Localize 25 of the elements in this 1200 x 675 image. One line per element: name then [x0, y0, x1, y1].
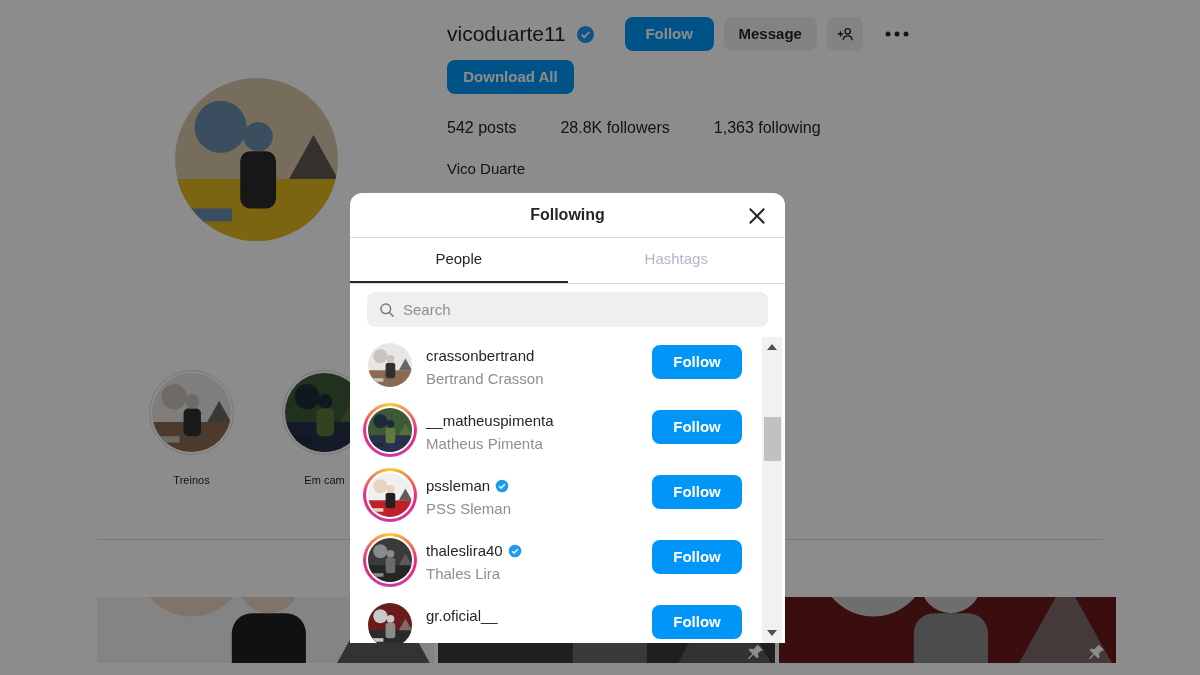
- follow-button[interactable]: Follow: [652, 345, 742, 379]
- account-name: Bertrand Crasson: [426, 368, 545, 389]
- highlight-label[interactable]: Em cam: [304, 472, 345, 489]
- profile-stat[interactable]: 28.8K followers: [560, 116, 670, 140]
- follow-button[interactable]: Follow: [652, 605, 742, 639]
- dialog-title: Following: [530, 205, 605, 225]
- account-username[interactable]: __matheuspimenta: [426, 410, 554, 433]
- account-name: PSS Sleman: [426, 498, 513, 519]
- dialog-tab[interactable]: People: [350, 238, 568, 283]
- account-name: Thales Lira: [426, 563, 502, 584]
- account-username[interactable]: gr.oficial__: [426, 605, 498, 628]
- highlight-label[interactable]: Treinos: [173, 472, 210, 489]
- profile-stat[interactable]: 1,363 following: [713, 116, 821, 140]
- account-name: Matheus Pimenta: [426, 433, 544, 454]
- account-username[interactable]: crassonbertrand: [426, 345, 535, 368]
- full-name: Vico Duarte: [447, 159, 527, 179]
- follow-button[interactable]: Follow: [652, 410, 742, 444]
- account-username[interactable]: pssleman: [426, 475, 491, 498]
- account-username[interactable]: thaleslira40: [426, 540, 503, 563]
- follow-button[interactable]: Follow: [652, 540, 742, 574]
- search-field[interactable]: Search: [367, 292, 768, 327]
- username: vicoduarte11: [447, 21, 566, 48]
- profile-stat[interactable]: 542 posts: [447, 116, 517, 140]
- follow-button[interactable]: Follow: [652, 475, 742, 509]
- message-button[interactable]: Message: [723, 17, 817, 51]
